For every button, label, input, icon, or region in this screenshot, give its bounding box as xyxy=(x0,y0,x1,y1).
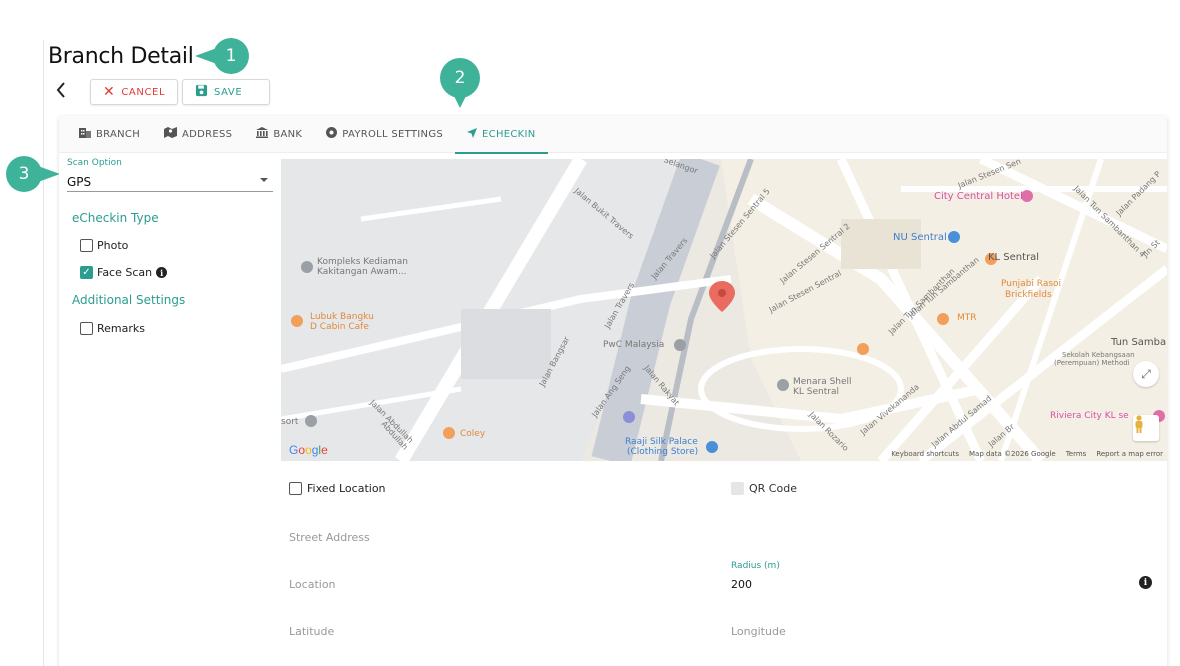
tab-branch[interactable]: BRANCH xyxy=(67,116,152,153)
floppy-disk-icon xyxy=(195,84,208,100)
location-input[interactable]: Location xyxy=(289,578,336,591)
tab-payroll-settings[interactable]: PAYROLL SETTINGS xyxy=(314,116,455,153)
info-icon[interactable]: i xyxy=(156,267,168,278)
tab-address-label: ADDRESS xyxy=(182,128,233,140)
face-scan-checkbox-row[interactable]: ✓ Face Scan i xyxy=(80,266,168,279)
map-label-kompleks-2: Kakitangan Awam... xyxy=(317,267,407,277)
map-roads xyxy=(281,159,1167,461)
back-button[interactable] xyxy=(56,82,66,103)
location-map[interactable]: City Central Hotel NU Sentral KL Sentral… xyxy=(281,159,1167,461)
latitude-input[interactable]: Latitude xyxy=(289,625,334,638)
pegman-icon[interactable] xyxy=(1133,415,1159,441)
tab-bar: BRANCH ADDRESS BANK PAYROLL SETTINGS ECH… xyxy=(59,116,1167,154)
remarks-checkbox-row[interactable]: Remarks xyxy=(80,322,145,335)
save-button-label: SAVE xyxy=(214,86,243,98)
callout-marker-1: 1 xyxy=(195,38,249,74)
fixed-location-label: Fixed Location xyxy=(307,482,386,495)
tab-address[interactable]: ADDRESS xyxy=(152,116,244,153)
map-label-kl-sentral: KL Sentral xyxy=(988,252,1040,263)
longitude-input[interactable]: Longitude xyxy=(731,625,786,638)
face-scan-checkbox[interactable]: ✓ xyxy=(80,266,93,279)
photo-checkbox-label: Photo xyxy=(97,239,129,252)
map-label-tun-samba: Tun Samba xyxy=(1111,337,1167,348)
additional-settings-heading: Additional Settings xyxy=(72,293,186,307)
fixed-location-checkbox-row[interactable]: Fixed Location xyxy=(289,482,386,495)
map-terms-link[interactable]: Terms xyxy=(1066,450,1087,458)
save-button[interactable]: SAVE xyxy=(182,79,270,105)
chevron-left-icon xyxy=(56,82,65,98)
echeckin-type-heading: eCheckin Type xyxy=(72,211,159,225)
radius-input[interactable]: 200 xyxy=(731,578,752,591)
photo-checkbox[interactable] xyxy=(80,239,93,252)
tab-echeckin[interactable]: ECHECKIN xyxy=(455,116,548,154)
map-icon xyxy=(164,127,178,141)
left-divider xyxy=(43,40,44,666)
map-report-error-link[interactable]: Report a map error xyxy=(1096,450,1163,458)
cancel-button-label: CANCEL xyxy=(121,86,166,98)
caret-down-icon[interactable] xyxy=(260,178,268,182)
face-scan-checkbox-label: Face Scan xyxy=(97,266,153,279)
tab-bank-label: BANK xyxy=(273,128,303,140)
tab-bank[interactable]: BANK xyxy=(244,116,314,153)
map-data-attribution: Map data ©2026 Google xyxy=(968,450,1056,458)
tab-payroll-settings-label: PAYROLL SETTINGS xyxy=(342,128,444,140)
map-label-menara-shell: Menara Shell xyxy=(793,377,852,387)
map-label-lubuk-2: D Cabin Cafe xyxy=(310,322,369,332)
qr-code-label: QR Code xyxy=(749,482,797,495)
map-label-sekolah: Sekolah Kebangsaan xyxy=(1062,351,1135,359)
callout-marker-2: 2 xyxy=(440,58,480,108)
map-label-sort: sort xyxy=(281,417,299,427)
branch-card: BRANCH ADDRESS BANK PAYROLL SETTINGS ECH… xyxy=(59,116,1167,666)
map-label-city-central: City Central Hotel xyxy=(934,191,1023,202)
google-logo: Google xyxy=(289,443,328,457)
tab-echeckin-label: ECHECKIN xyxy=(482,128,536,140)
map-label-raaji: Raaji Silk Palace xyxy=(625,437,698,447)
map-label-pwc: PwC Malaysia xyxy=(603,340,665,350)
map-label-lubuk: Lubuk Bangku xyxy=(310,312,374,322)
map-footer: Keyboard shortcuts Map data ©2026 Google… xyxy=(891,450,1163,458)
cancel-button[interactable]: ✕ CANCEL xyxy=(90,79,178,105)
close-icon: ✕ xyxy=(103,84,116,100)
map-label-kompleks: Kompleks Kediaman xyxy=(317,257,408,267)
street-address-input[interactable]: Street Address xyxy=(289,531,370,544)
map-label-riviera: Riviera City KL se xyxy=(1050,411,1129,421)
radius-info-icon[interactable]: i xyxy=(1139,576,1152,589)
remarks-checkbox[interactable] xyxy=(80,322,93,335)
qr-code-checkbox-row: QR Code xyxy=(731,482,797,495)
location-arrow-icon xyxy=(467,127,478,141)
map-label-raaji-2: (Clothing Store) xyxy=(627,447,699,457)
scan-option-select[interactable]: GPS xyxy=(67,175,91,189)
building-icon xyxy=(79,127,91,141)
map-label-mtr: MTR xyxy=(957,313,977,323)
scan-option-label: Scan Option xyxy=(67,158,122,168)
qr-code-checkbox xyxy=(731,482,744,495)
scan-option-underline xyxy=(67,191,273,192)
fullscreen-icon[interactable]: ⤢ xyxy=(1133,361,1159,387)
callout-marker-3: 3 xyxy=(6,156,60,192)
map-label-coley: Coley xyxy=(460,429,486,439)
map-label-menara-shell-2: KL Sentral xyxy=(793,387,839,397)
map-label-nu-sentral: NU Sentral xyxy=(893,232,947,243)
branch-detail-page: Branch Detail 1 2 3 ✕ CANCEL SAVE BRANCH xyxy=(0,0,1180,666)
tab-branch-label: BRANCH xyxy=(96,128,141,140)
map-label-sekolah-2: (Perempuan) Methodi xyxy=(1054,359,1130,367)
map-label-punjabi-rasoi: Punjabi Rasoi xyxy=(1001,279,1062,289)
bank-icon xyxy=(256,127,269,141)
map-keyboard-shortcuts[interactable]: Keyboard shortcuts xyxy=(891,450,959,458)
page-title: Branch Detail xyxy=(48,44,194,69)
map-label-brickfields: Brickfields xyxy=(1005,290,1052,300)
radius-label: Radius (m) xyxy=(731,561,780,571)
photo-checkbox-row[interactable]: Photo xyxy=(80,239,128,252)
fixed-location-checkbox[interactable] xyxy=(289,482,302,495)
remarks-checkbox-label: Remarks xyxy=(97,322,145,335)
cog-icon xyxy=(326,127,338,141)
